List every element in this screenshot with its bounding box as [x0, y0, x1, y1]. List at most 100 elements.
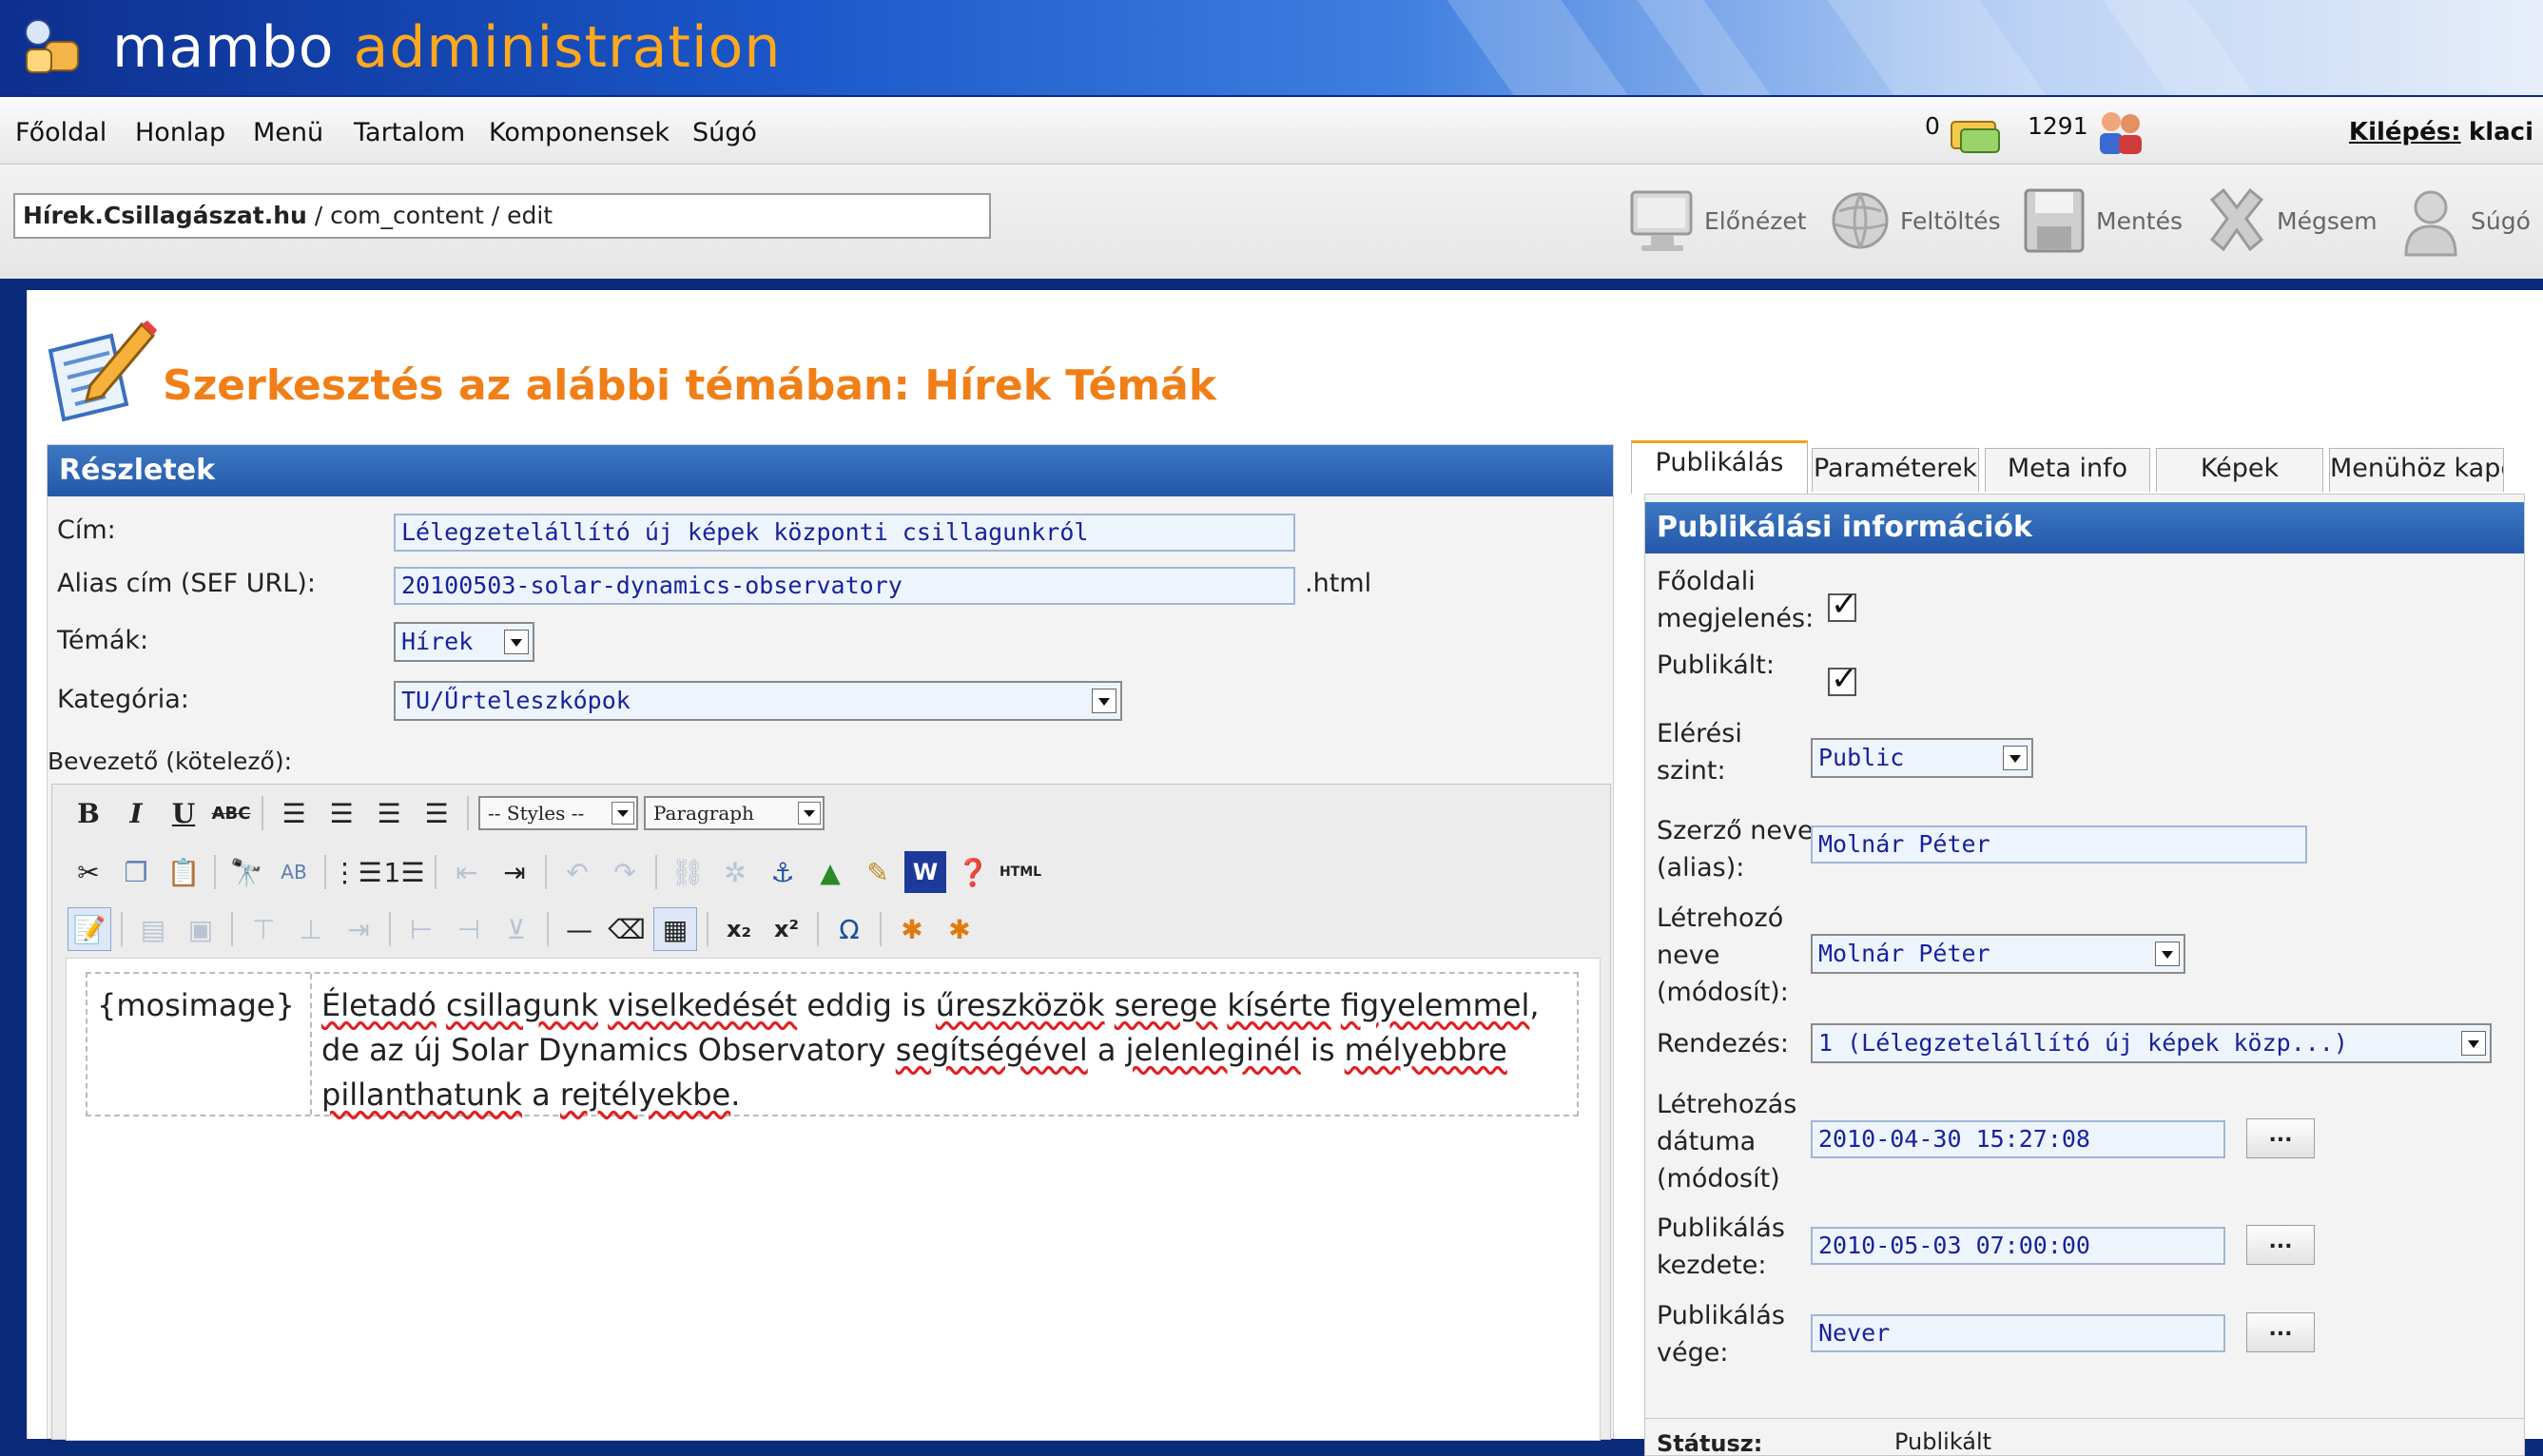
menu-item-menu[interactable]: Menü: [253, 118, 323, 147]
tab-kepek[interactable]: Képek: [2156, 448, 2323, 492]
upload-button[interactable]: Feltöltés: [1822, 178, 2001, 263]
replace-icon[interactable]: AB: [273, 851, 315, 893]
publish-up-picker-button[interactable]: ...: [2246, 1225, 2315, 1265]
author-alias-label: Szerző neve (alias):: [1657, 812, 1814, 886]
menu-item-tartalom[interactable]: Tartalom: [354, 118, 465, 147]
numbered-list-icon[interactable]: 1☰: [383, 851, 425, 893]
menu-item-fooldal[interactable]: Főoldal: [15, 118, 107, 147]
cell-props-icon[interactable]: ▣: [180, 908, 222, 950]
editor-toolbar-row-1: B I U ABC ☰ ☰ ☰ ☰ -- Styles -- Paragraph: [68, 790, 830, 836]
image-icon[interactable]: ▲: [809, 851, 851, 893]
superscript-icon[interactable]: x²: [766, 908, 807, 950]
redo-icon[interactable]: ↷: [604, 851, 646, 893]
html-source-icon[interactable]: HTML: [1000, 851, 1041, 893]
table-icon[interactable]: ▦: [653, 907, 697, 951]
copy-icon[interactable]: ❐: [115, 851, 157, 893]
frontpage-checkbox[interactable]: [1828, 586, 1858, 624]
cleanup-icon[interactable]: ✎: [857, 851, 899, 893]
delete-row-icon[interactable]: ⇥: [338, 908, 379, 950]
access-label-line: Elérési: [1657, 719, 1742, 748]
intro-label: Bevezető (kötelező):: [48, 747, 292, 775]
details-panel: Részletek Cím: Lélegzetelállító új képek…: [47, 444, 1614, 1441]
find-icon[interactable]: 🔭: [225, 851, 267, 893]
underline-icon[interactable]: U: [163, 792, 204, 834]
outdent-icon[interactable]: ⇤: [446, 851, 488, 893]
mospagebreak-icon[interactable]: ✱: [939, 908, 980, 950]
alias-input[interactable]: 20100503-solar-dynamics-observatory: [394, 567, 1295, 605]
link-icon[interactable]: ⛓: [667, 851, 709, 893]
creator-select[interactable]: Molnár Péter: [1811, 934, 2185, 974]
toolbar-separator: [121, 912, 123, 946]
tab-menuhoz-kapcsolas[interactable]: Menühöz kapc: [2329, 448, 2504, 492]
cancel-button[interactable]: Mégsem: [2199, 178, 2378, 263]
subscript-icon[interactable]: x₂: [718, 908, 760, 950]
tab-meta-info[interactable]: Meta info: [1985, 448, 2150, 492]
insert-row-after-icon[interactable]: ⊥: [290, 908, 332, 950]
published-checkbox[interactable]: [1828, 660, 1858, 698]
insert-col-after-icon[interactable]: ⊣: [448, 908, 490, 950]
page-title: Szerkesztés az alábbi témában: Hírek Tém…: [163, 360, 1217, 410]
unlink-icon[interactable]: ✲: [714, 851, 756, 893]
indent-icon[interactable]: ⇥: [494, 851, 535, 893]
anchor-icon[interactable]: ⚓: [762, 851, 804, 893]
editor-content-area[interactable]: {mosimage} Életadó csillagunk viselkedés…: [66, 958, 1601, 1441]
delete-col-icon[interactable]: ⊻: [495, 908, 537, 950]
italic-icon[interactable]: I: [115, 792, 157, 834]
undo-icon[interactable]: ↶: [556, 851, 598, 893]
help-button[interactable]: Súgó: [2393, 178, 2531, 263]
align-justify-icon[interactable]: ☰: [416, 792, 457, 834]
eraser-icon[interactable]: ⌫: [606, 908, 648, 950]
logout-link[interactable]: Kilépés: klaci: [2349, 118, 2533, 146]
insert-col-before-icon[interactable]: ⊢: [400, 908, 442, 950]
publish-down-label-line: Publikálás: [1657, 1301, 1785, 1330]
horizontal-rule-icon[interactable]: —: [558, 908, 600, 950]
category-select[interactable]: TU/Űrteleszkópok: [394, 681, 1122, 721]
cut-icon[interactable]: ✂: [68, 851, 109, 893]
title-input[interactable]: Lélegzetelállító új képek központi csill…: [394, 514, 1295, 552]
publishing-info-header: Publikálási információk: [1645, 502, 2524, 553]
strikethrough-icon[interactable]: ABC: [210, 792, 252, 834]
messages-icon[interactable]: [1946, 110, 2005, 156]
menu-item-honlap[interactable]: Honlap: [135, 118, 225, 147]
bullet-list-icon[interactable]: ⋮☰: [331, 851, 381, 893]
align-center-icon[interactable]: ☰: [320, 792, 362, 834]
insert-row-before-icon[interactable]: ⊤: [243, 908, 284, 950]
align-right-icon[interactable]: ☰: [368, 792, 410, 834]
bold-icon[interactable]: B: [68, 792, 109, 834]
creator-label-line: Létrehozó: [1657, 903, 1784, 933]
align-left-icon[interactable]: ☰: [273, 792, 315, 834]
paste-word-icon[interactable]: W: [904, 851, 946, 893]
format-select[interactable]: Paragraph: [644, 796, 825, 830]
paste-icon[interactable]: 📋: [163, 851, 204, 893]
row-props-icon[interactable]: ▤: [132, 908, 174, 950]
created-date-picker-button[interactable]: ...: [2246, 1118, 2315, 1158]
section-label: Témák:: [57, 626, 149, 655]
author-alias-input[interactable]: Molnár Péter: [1811, 825, 2307, 864]
mosimage-icon[interactable]: ✱: [891, 908, 933, 950]
publish-up-input[interactable]: 2010-05-03 07:00:00: [1811, 1227, 2225, 1265]
preview-button[interactable]: Előnézet: [1626, 178, 1807, 263]
publish-down-picker-button[interactable]: ...: [2246, 1312, 2315, 1352]
toolbar-separator: [231, 912, 233, 946]
logo-word-mambo: mambo: [112, 14, 335, 81]
save-button[interactable]: Mentés: [2018, 178, 2183, 263]
users-icon[interactable]: [2092, 107, 2147, 158]
special-char-icon[interactable]: Ω: [828, 908, 870, 950]
publish-down-input[interactable]: Never: [1811, 1314, 2225, 1352]
created-date-input[interactable]: 2010-04-30 15:27:08: [1811, 1120, 2225, 1158]
visual-aid-icon[interactable]: 📝: [68, 907, 111, 951]
toolbar-separator: [467, 796, 469, 830]
menu-item-komponensek[interactable]: Komponensek: [489, 118, 670, 147]
help-icon[interactable]: ❓: [952, 851, 994, 893]
access-level-select[interactable]: Public: [1811, 738, 2033, 778]
tab-parameterek[interactable]: Paraméterek: [1812, 448, 1979, 492]
tab-publikalas[interactable]: Publikálás: [1631, 440, 1808, 494]
text-word: [437, 987, 446, 1023]
styles-select[interactable]: -- Styles --: [478, 796, 638, 830]
menu-item-sugo[interactable]: Súgó: [692, 118, 757, 147]
logout-label[interactable]: Kilépés:: [2349, 118, 2461, 146]
monitor-icon: [1630, 190, 1693, 251]
section-select[interactable]: Hírek: [394, 622, 534, 662]
format-select-value: Paragraph: [653, 802, 754, 825]
ordering-select[interactable]: 1 (Lélegzetelállító új képek közp...): [1811, 1023, 2492, 1063]
